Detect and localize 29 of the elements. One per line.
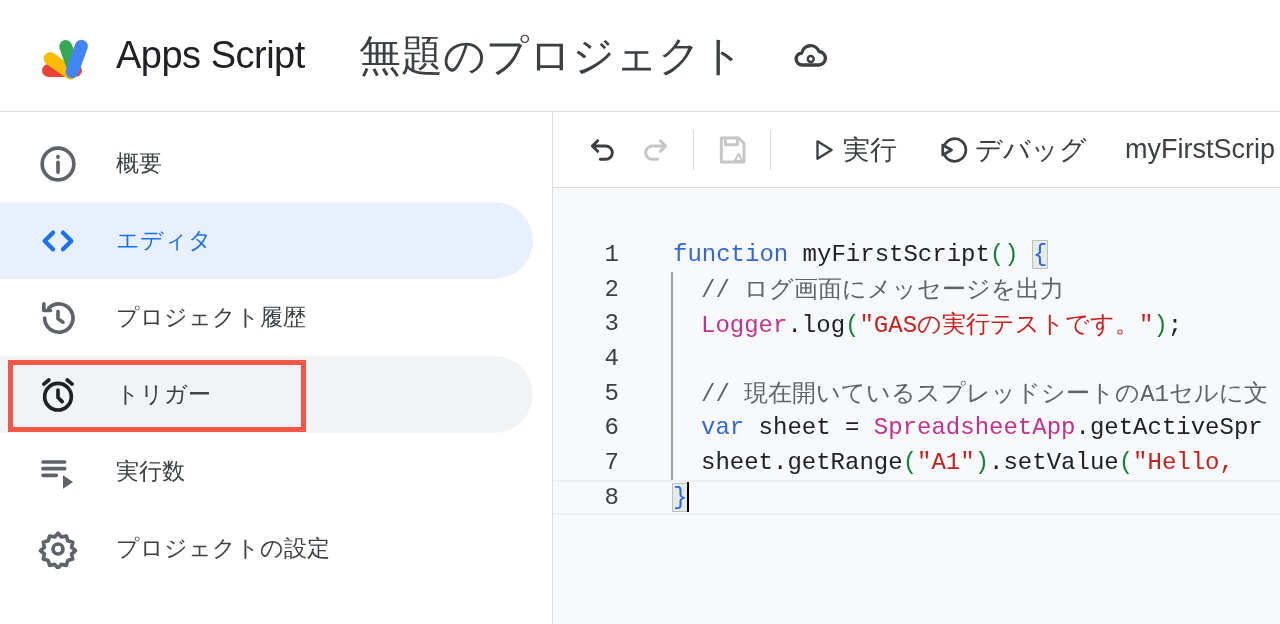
code-line: // 現在開いているスプレッドシートのA1セルに文 (701, 379, 1268, 410)
code-line: function myFirstScript() { (673, 240, 1048, 268)
debug-button[interactable]: デバッグ (925, 131, 1101, 168)
code-line: var sheet = SpreadsheetApp.getActiveSpr (701, 414, 1263, 442)
product-name: Apps Script (116, 34, 305, 77)
line-number: 3 (603, 310, 619, 338)
function-select[interactable]: myFirstScrip (1125, 134, 1275, 165)
sidebar-item[interactable]: エディタ (0, 202, 533, 279)
line-number: 7 (603, 448, 619, 476)
info-icon (38, 143, 78, 184)
line-number: 1 (603, 240, 619, 268)
settings-icon (38, 528, 78, 569)
sidebar-item[interactable]: プロジェクト履歴 (0, 279, 533, 356)
line-number: 8 (603, 483, 619, 511)
sidebar-item[interactable]: プロジェクトの設定 (0, 510, 533, 587)
line-number: 6 (603, 414, 619, 442)
text-cursor (687, 482, 690, 513)
code-line: // ログ画面にメッセージを出力 (701, 276, 1065, 306)
line-number: 4 (603, 344, 619, 372)
code-line: sheet.getRange("A1").setValue("Hello, (701, 448, 1234, 476)
line-number: 5 (603, 379, 619, 407)
sidebar-item[interactable]: 実行数 (0, 433, 533, 510)
line-number: 2 (603, 275, 619, 303)
project-title[interactable]: 無題のプロジェクト (358, 27, 744, 84)
debug-icon (939, 134, 969, 165)
code-line: Logger.log("GASの実行テストです。"); (701, 310, 1183, 340)
run-button[interactable]: 実行 (797, 131, 911, 168)
sidebar-item[interactable]: 概要 (0, 125, 533, 202)
sidebar-item[interactable]: トリガー (0, 356, 533, 433)
